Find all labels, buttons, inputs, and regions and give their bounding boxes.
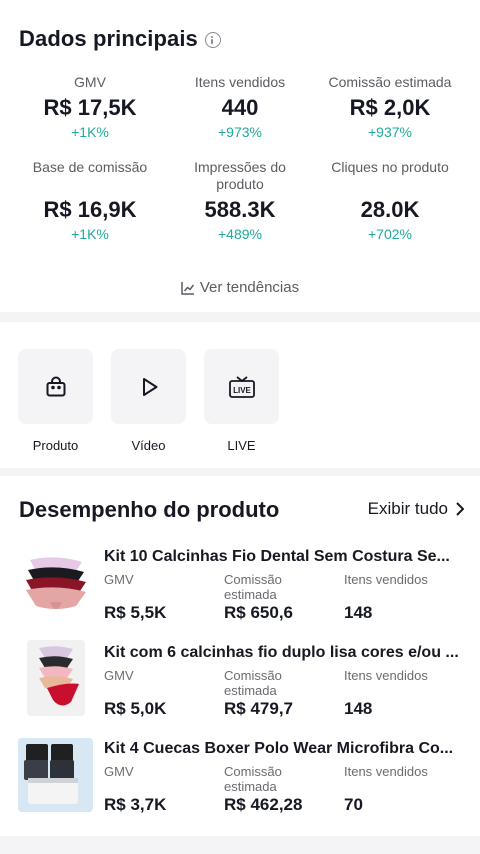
- gmv-value: R$ 5,0K: [104, 699, 167, 718]
- metric-value: 588.3K: [204, 197, 276, 222]
- commission-value: R$ 479,7: [224, 699, 293, 718]
- product-items-sold: Itens vendidos 148: [344, 572, 428, 622]
- metric-estimated-commission[interactable]: Comissão estimada R$ 2,0K +937%: [315, 74, 465, 140]
- commission-value: R$ 462,28: [224, 795, 303, 814]
- metric-change: +1K%: [71, 226, 109, 242]
- trend-chart-icon: [181, 281, 194, 295]
- metric-label: Impressões do produto: [194, 159, 286, 192]
- items-label: Itens vendidos: [344, 668, 428, 683]
- items-value: 70: [344, 795, 363, 814]
- gmv-label: GMV: [104, 572, 134, 587]
- tab-product[interactable]: Produto: [18, 349, 93, 453]
- live-tv-icon: LIVE: [228, 375, 255, 398]
- svg-text:LIVE: LIVE: [233, 386, 251, 395]
- items-label: Itens vendidos: [344, 572, 428, 587]
- gmv-value: R$ 5,5K: [104, 603, 167, 622]
- commission-value: R$ 650,6: [224, 603, 293, 622]
- product-thumbnail: [20, 550, 92, 622]
- metric-gmv[interactable]: GMV R$ 17,5K +1K%: [15, 74, 165, 140]
- metric-items-sold[interactable]: Itens vendidos 440 +973%: [165, 74, 315, 140]
- commission-label: Comissão estimada: [224, 668, 282, 698]
- metric-label: Itens vendidos: [194, 74, 286, 90]
- see-trends-label: Ver tendências: [199, 279, 300, 296]
- see-all-button[interactable]: Exibir tudo: [368, 499, 464, 519]
- see-trends-link[interactable]: Ver tendências: [0, 279, 480, 296]
- product-commission: Comissão estimada R$ 479,7: [224, 668, 324, 718]
- gmv-value: R$ 3,7K: [104, 795, 167, 814]
- metric-change: +702%: [368, 226, 412, 242]
- product-name: Kit 4 Cuecas Boxer Polo Wear Microfibra …: [104, 740, 454, 757]
- tab-label: Produto: [32, 438, 79, 453]
- product-items-sold: Itens vendidos 70: [344, 764, 428, 814]
- product-name: Kit 10 Calcinhas Fio Dental Sem Costura …: [104, 548, 450, 565]
- product-items-sold: Itens vendidos 148: [344, 668, 428, 718]
- metric-label: Cliques no produto: [331, 159, 449, 175]
- tab-live[interactable]: LIVE LIVE: [204, 349, 279, 453]
- metric-change: +937%: [368, 124, 412, 140]
- product-name: Kit com 6 calcinhas fio duplo lisa cores…: [104, 644, 459, 661]
- product-commission: Comissão estimada R$ 462,28: [224, 764, 324, 814]
- shopping-bag-icon: [46, 376, 65, 396]
- info-icon[interactable]: [204, 32, 221, 48]
- commission-label: Comissão estimada: [224, 572, 282, 602]
- items-value: 148: [344, 699, 373, 718]
- content-type-tabs: Produto Vídeo LIVE LIVE: [0, 322, 480, 468]
- gmv-label: GMV: [104, 764, 134, 779]
- see-all-label: Exibir tudo: [367, 499, 448, 518]
- chevron-right-icon: [456, 502, 464, 516]
- play-icon: [142, 377, 157, 396]
- product-thumbnail: [18, 738, 93, 812]
- tab-video[interactable]: Vídeo: [111, 349, 186, 453]
- metric-label: GMV: [74, 74, 106, 90]
- product-row[interactable]: Kit com 6 calcinhas fio duplo lisa cores…: [0, 640, 480, 734]
- product-thumbnail: [27, 640, 85, 716]
- metric-value: 28.0K: [360, 197, 420, 222]
- bottom-divider: [0, 836, 480, 854]
- metric-label: Comissão estimada: [328, 74, 452, 90]
- product-gmv: GMV R$ 5,5K: [104, 572, 166, 622]
- metric-change: +489%: [218, 226, 262, 242]
- product-commission: Comissão estimada R$ 650,6: [224, 572, 324, 622]
- tab-label: LIVE: [227, 438, 256, 453]
- tab-video-box: [111, 349, 186, 424]
- metric-product-clicks[interactable]: Cliques no produto 28.0K +702%: [315, 159, 465, 242]
- commission-label: Comissão estimada: [224, 764, 282, 794]
- metric-commission-base[interactable]: Base de comissão R$ 16,9K +1K%: [15, 159, 165, 242]
- metric-value: R$ 16,9K: [43, 197, 137, 222]
- section-title: Desempenho do produto: [19, 497, 280, 522]
- main-data-card: Dados principais GMV R$ 17,5K +1K% Itens…: [0, 0, 480, 312]
- product-gmv: GMV R$ 3,7K: [104, 764, 166, 814]
- main-title: Dados principais: [19, 26, 198, 51]
- product-gmv: GMV R$ 5,0K: [104, 668, 166, 718]
- items-label: Itens vendidos: [344, 764, 428, 779]
- metric-change: +973%: [218, 124, 262, 140]
- items-value: 148: [344, 603, 373, 622]
- metric-value: 440: [221, 95, 259, 120]
- tab-live-box: LIVE: [204, 349, 279, 424]
- metric-impressions[interactable]: Impressões do produto 588.3K +489%: [165, 159, 315, 242]
- metric-label: Base de comissão: [32, 159, 148, 175]
- gmv-label: GMV: [104, 668, 134, 683]
- tab-label: Vídeo: [131, 438, 166, 453]
- product-performance-card: Desempenho do produto Exibir tudo Kit 10…: [0, 476, 480, 836]
- metric-value: R$ 17,5K: [43, 95, 137, 120]
- tab-product-box: [18, 349, 93, 424]
- metric-change: +1K%: [71, 124, 109, 140]
- metric-value: R$ 2,0K: [349, 95, 431, 120]
- product-row[interactable]: Kit 4 Cuecas Boxer Polo Wear Microfibra …: [0, 738, 480, 830]
- main-title-row: Dados principais: [19, 26, 221, 52]
- product-row[interactable]: Kit 10 Calcinhas Fio Dental Sem Costura …: [0, 548, 480, 638]
